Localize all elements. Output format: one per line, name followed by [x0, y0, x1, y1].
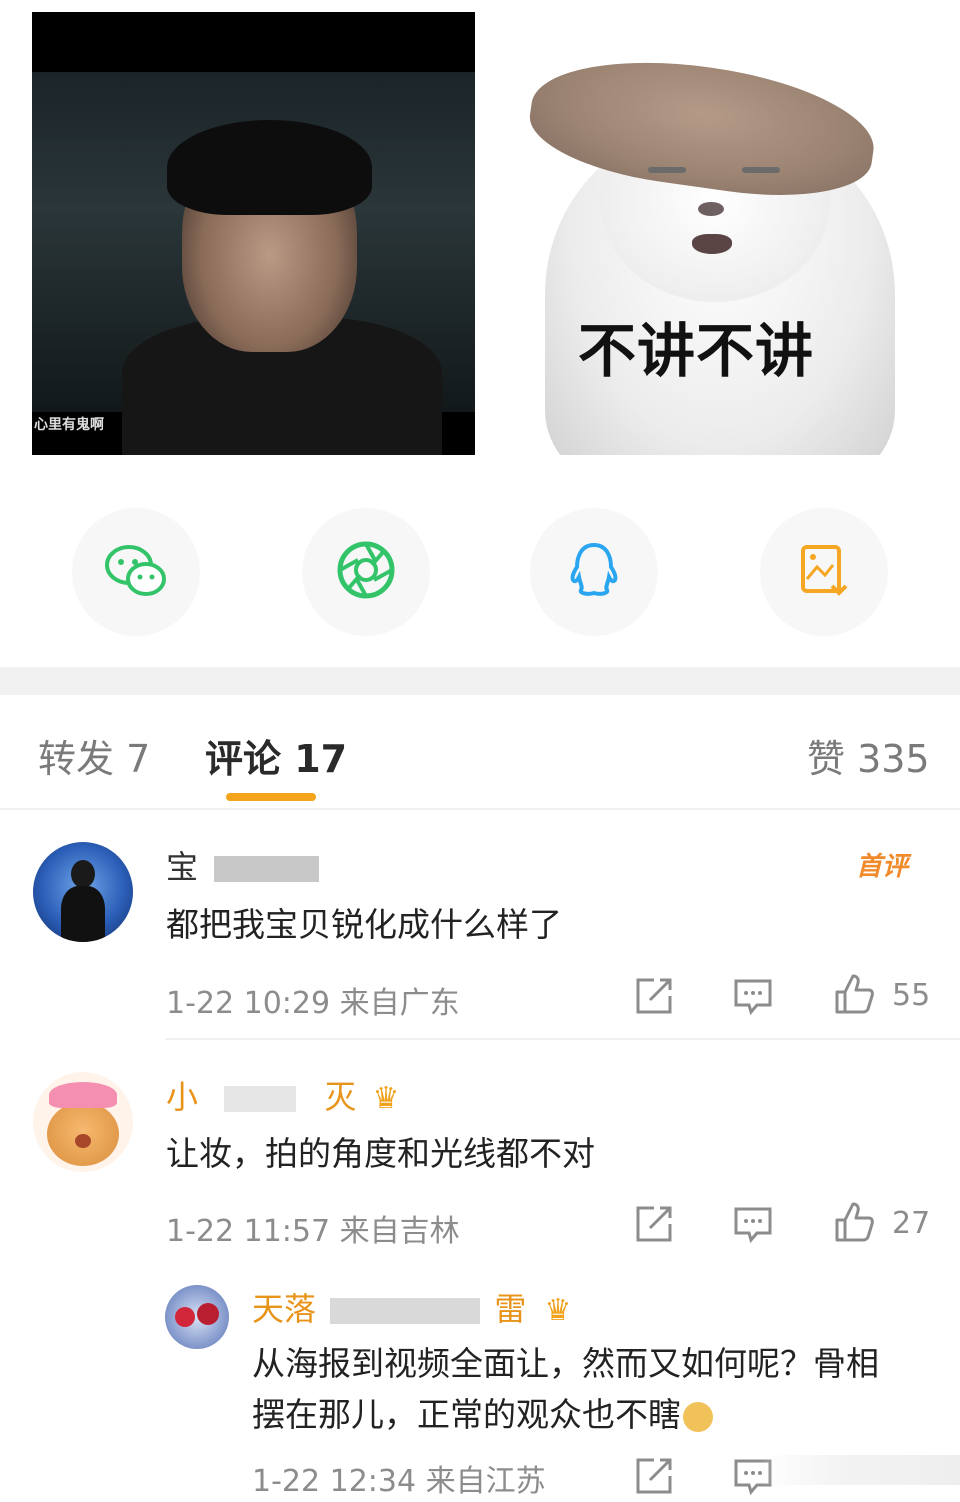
reply-timestamp: 1-22 12:34 来自江苏 [252, 1464, 546, 1499]
man-hair [167, 120, 372, 215]
comment-bubble-icon [731, 1207, 775, 1250]
image-caption: 心里有鬼啊 [34, 417, 104, 433]
cat-eye-left [648, 167, 686, 173]
share-out-icon [632, 978, 676, 1022]
redacted-username [214, 856, 320, 882]
thumbs-up-icon [832, 974, 876, 1020]
cat-mouth [692, 234, 732, 254]
reply-text: 摆在那儿，正常的观众也不瞎 [252, 1395, 681, 1434]
comment-bubble-icon [731, 1459, 775, 1502]
share-out-icon [632, 1206, 676, 1250]
comment-timestamp: 1-22 10:29 来自广东 [166, 986, 460, 1021]
avatar[interactable] [165, 1285, 229, 1349]
wechat-icon [101, 535, 171, 609]
redacted-username [224, 1086, 297, 1112]
avatar-bear-hair [49, 1082, 117, 1108]
comment-username[interactable]: 宝 [166, 842, 320, 888]
thumbs-up-icon [832, 1202, 876, 1248]
comment-text: 都把我宝贝锐化成什么样了 [166, 905, 562, 944]
share-wechat-button[interactable] [72, 508, 200, 636]
like-comment-button[interactable] [832, 1200, 876, 1248]
comment-username[interactable]: 小 灭 ♛ [166, 1072, 399, 1118]
qq-icon [559, 535, 629, 609]
share-out-icon [632, 1458, 676, 1502]
username-text-end: 雷 [494, 1290, 527, 1328]
active-tab-indicator [226, 793, 316, 801]
cat-nose [698, 202, 724, 216]
section-divider [0, 667, 960, 695]
avatar-figure-body [61, 886, 105, 942]
crown-icon: ♛ [372, 1081, 400, 1116]
username-text: 小 [166, 1078, 199, 1116]
post-image-left[interactable]: 心里有鬼啊 [32, 12, 475, 455]
username-text: 宝 [166, 848, 199, 886]
avatar[interactable] [33, 842, 133, 942]
comment-bubble-icon [731, 979, 775, 1022]
redacted-username [330, 1298, 481, 1324]
tab-repost[interactable]: 转发 7 [38, 728, 150, 783]
avatar-ball-right [197, 1303, 219, 1325]
repost-reply-button[interactable] [632, 1454, 676, 1502]
avatar-bear-mouth [75, 1134, 91, 1148]
watermark-overlay [760, 1455, 960, 1485]
reply-text-line-2: 摆在那儿，正常的观众也不瞎 [252, 1388, 713, 1436]
save-image-button[interactable] [760, 508, 888, 636]
photo-content [32, 72, 475, 455]
repost-comment-button[interactable] [632, 1202, 676, 1250]
avatar-figure [71, 860, 95, 888]
avatar[interactable] [33, 1072, 133, 1172]
dog-emoji-icon [683, 1401, 713, 1432]
share-qq-button[interactable] [530, 508, 658, 636]
avatar-ball-left [175, 1307, 195, 1327]
like-comment-button[interactable] [832, 972, 876, 1020]
username-text-end: 灭 [324, 1078, 357, 1116]
reply-text-line-1: 从海报到视频全面让，然而又如何呢？骨相 [252, 1344, 879, 1383]
cat-eye-right [742, 167, 780, 173]
post-image-right[interactable]: 不讲不讲 [520, 12, 910, 455]
comment-timestamp: 1-22 11:57 来自吉林 [166, 1214, 460, 1249]
first-comment-badge: 首评 [856, 852, 909, 882]
tab-comments[interactable]: 评论 17 [205, 728, 347, 783]
save-image-icon [789, 535, 859, 609]
username-text: 天落 [252, 1290, 317, 1328]
reply-comment-button[interactable] [731, 1202, 775, 1250]
reply-comment-button[interactable] [731, 974, 775, 1022]
comment-text: 让妆，拍的角度和光线都不对 [166, 1134, 595, 1173]
crown-icon: ♛ [544, 1293, 572, 1328]
repost-comment-button[interactable] [632, 974, 676, 1022]
comment-divider [165, 1038, 960, 1040]
like-count: 55 [892, 978, 931, 1013]
tab-likes[interactable]: 赞 335 [807, 728, 930, 783]
cat-hat [523, 43, 882, 211]
moments-icon [331, 535, 401, 609]
tabs-divider [0, 808, 960, 810]
like-count: 27 [892, 1206, 931, 1241]
meme-text: 不讲不讲 [578, 317, 815, 385]
share-moments-button[interactable] [302, 508, 430, 636]
reply-username[interactable]: 天落 雷 ♛ [252, 1284, 571, 1330]
